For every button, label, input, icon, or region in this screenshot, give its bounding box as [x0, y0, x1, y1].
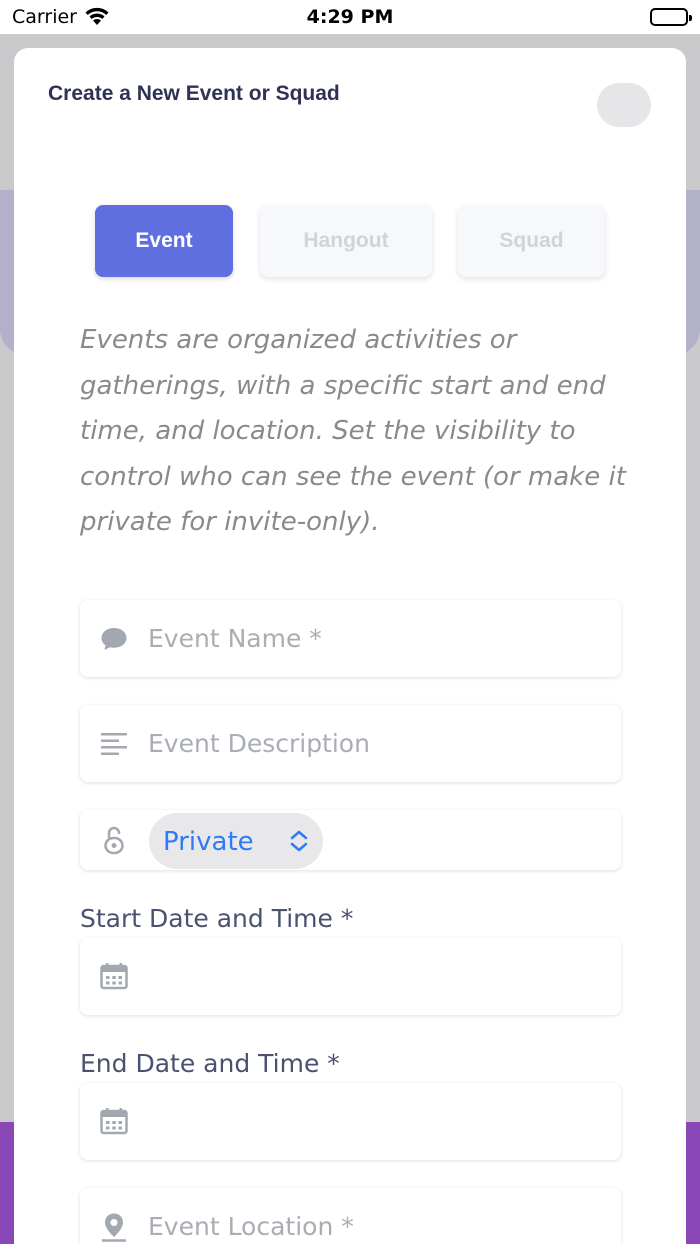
event-description-field[interactable]: Event Description	[80, 705, 621, 782]
chat-bubble-icon	[100, 626, 128, 657]
sheet-title: Create a New Event or Squad	[48, 82, 340, 105]
status-bar: Carrier 4:29 PM	[0, 0, 700, 34]
create-sheet: Create a New Event or Squad Event Hangou…	[14, 48, 686, 1244]
location-pin-icon	[100, 1212, 128, 1244]
chevron-up-down-icon	[289, 829, 309, 858]
type-tabs: Event Hangout Squad	[95, 205, 605, 277]
visibility-field: Private	[80, 810, 621, 870]
event-description-placeholder: Event Description	[148, 729, 370, 758]
tab-event[interactable]: Event	[95, 205, 233, 277]
text-lines-icon	[100, 732, 128, 761]
end-date-field[interactable]	[80, 1083, 621, 1160]
clock: 4:29 PM	[306, 6, 394, 28]
close-button[interactable]	[597, 83, 651, 127]
event-location-field[interactable]: Event Location *	[80, 1188, 621, 1244]
lock-icon	[104, 825, 124, 860]
calendar-icon	[100, 1107, 128, 1140]
start-date-field[interactable]	[80, 938, 621, 1015]
event-name-placeholder: Event Name *	[148, 624, 322, 653]
visibility-select[interactable]: Private	[149, 813, 323, 869]
event-location-placeholder: Event Location *	[148, 1212, 354, 1241]
event-name-field[interactable]: Event Name *	[80, 600, 621, 677]
tab-squad[interactable]: Squad	[458, 205, 605, 277]
end-date-label: End Date and Time *	[80, 1049, 340, 1078]
visibility-value: Private	[163, 827, 254, 857]
calendar-icon	[100, 962, 128, 995]
battery-icon	[650, 8, 692, 26]
type-description: Events are organized activities or gathe…	[80, 325, 626, 537]
tab-hangout[interactable]: Hangout	[260, 205, 432, 277]
start-date-label: Start Date and Time *	[80, 904, 354, 933]
